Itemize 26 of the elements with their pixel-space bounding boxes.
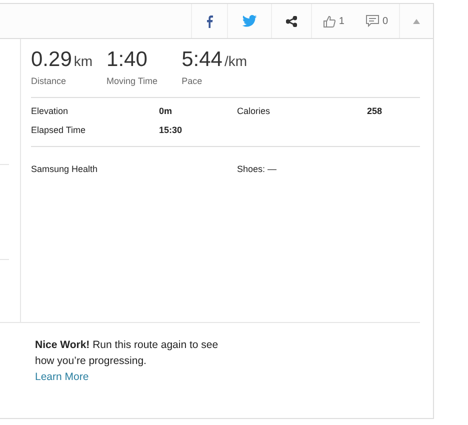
stat-value: 0.29 bbox=[31, 47, 72, 72]
stat-unit: /km bbox=[224, 53, 248, 69]
comment-button[interactable]: 0 bbox=[355, 4, 399, 38]
stat-label: Pace bbox=[182, 75, 204, 88]
learn-more-link[interactable]: Learn More bbox=[35, 371, 89, 383]
stat-label: Distance bbox=[31, 75, 68, 88]
share-icon bbox=[286, 16, 297, 26]
stat-value: 1:40 bbox=[106, 47, 148, 72]
facebook-icon bbox=[206, 14, 213, 28]
detail-value: 0m bbox=[159, 104, 174, 118]
stat-value: 5:44 bbox=[182, 47, 222, 72]
caret-up-icon bbox=[413, 18, 420, 24]
detail-label: Calories bbox=[237, 104, 272, 118]
like-button[interactable]: 1 bbox=[310, 4, 356, 38]
stat-unit: km bbox=[74, 53, 93, 69]
comment-icon bbox=[366, 15, 380, 27]
detail-label: Elapsed Time bbox=[31, 124, 87, 138]
twitter-icon bbox=[242, 15, 257, 27]
detail-value: 15:30 bbox=[159, 124, 184, 138]
stat-label: Moving Time bbox=[106, 75, 158, 88]
device-source: Samsung Health bbox=[31, 162, 99, 176]
thumbs-up-icon bbox=[322, 14, 336, 28]
detail-value: 258 bbox=[367, 104, 384, 118]
detail-label: Elevation bbox=[31, 104, 70, 118]
shoes-label: Shoes: — bbox=[237, 162, 278, 176]
promo-text: Nice Work! Run this route again to see how you’re progressing. bbox=[35, 338, 220, 369]
